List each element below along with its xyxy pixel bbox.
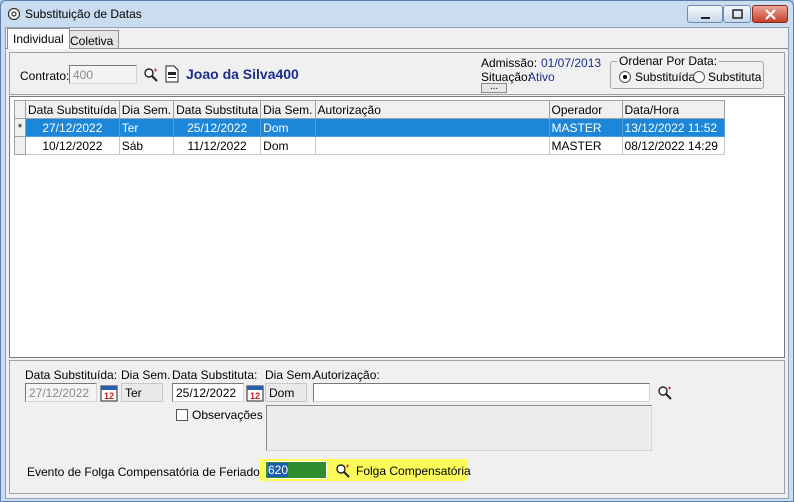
- order-groupbox: Ordenar Por Data: Substituída Substituta: [610, 54, 764, 89]
- cell-autorizacao: [314, 136, 550, 155]
- grid-corner: [14, 100, 26, 119]
- admissao-label: Admissão:: [481, 56, 538, 70]
- dia-sem-label-1: Dia Sem.: [121, 368, 171, 382]
- table-row[interactable]: * 27/12/2022 Ter 25/12/2022 Dom MASTER 1…: [14, 118, 725, 137]
- maximize-icon: [732, 9, 743, 19]
- cell-operador: MASTER: [548, 118, 623, 137]
- cell-dia-sem-2: Dom: [260, 136, 316, 155]
- col-header-data-substituta[interactable]: Data Substituta: [173, 100, 262, 119]
- employee-name: Joao da Silva400: [186, 66, 299, 82]
- evento-input[interactable]: 620: [265, 461, 327, 479]
- close-icon: [765, 9, 776, 20]
- dia-sem-value-2: Dom: [265, 383, 307, 402]
- detail-panel: Data Substituída: 27/12/2022 12 Dia Sem.…: [9, 360, 785, 494]
- cell-operador: MASTER: [548, 136, 623, 155]
- situacao-label: Situação:: [481, 70, 532, 84]
- cell-data-substituta: 25/12/2022: [173, 118, 262, 137]
- minimize-icon: [701, 17, 710, 19]
- app-gear-icon: [7, 7, 21, 21]
- col-header-dia-sem-1[interactable]: Dia Sem.: [118, 100, 175, 119]
- search-icon[interactable]: [143, 67, 159, 83]
- observacoes-memo[interactable]: [266, 405, 652, 451]
- cell-autorizacao: [314, 118, 550, 137]
- cell-dia-sem-1: Sáb: [118, 136, 175, 155]
- header-panel: Contrato: 400 Joao da Silva400 Admissão:…: [9, 52, 785, 95]
- data-substituida-input[interactable]: 27/12/2022: [25, 383, 97, 402]
- cell-data-substituta: 11/12/2022: [173, 136, 262, 155]
- contrato-label: Contrato:: [20, 69, 70, 83]
- evento-label: Evento de Folga Compensatória de Feriado…: [27, 465, 264, 479]
- data-substituta-label: Data Substituta:: [172, 368, 258, 382]
- search-icon[interactable]: [335, 463, 351, 479]
- admissao-value: 01/07/2013: [541, 56, 602, 70]
- table-row[interactable]: 10/12/2022 Sáb 11/12/2022 Dom MASTER 08/…: [14, 136, 725, 155]
- dia-sem-value-1: Ter: [121, 383, 163, 402]
- cell-data-substituida: 27/12/2022: [25, 118, 120, 137]
- col-header-data-substituida[interactable]: Data Substituída: [25, 100, 120, 119]
- col-header-autorizacao[interactable]: Autorização: [314, 100, 550, 119]
- radio-substituta-label: Substituta: [708, 70, 762, 84]
- order-title: Ordenar Por Data:: [617, 54, 720, 68]
- calendar-icon[interactable]: 12: [246, 384, 264, 402]
- radio-substituida[interactable]: [619, 71, 631, 83]
- window-title: Substituição de Datas: [25, 7, 142, 21]
- maximize-button[interactable]: [723, 5, 751, 23]
- main-window: Substituição de Datas Individual Coletiv…: [0, 0, 794, 502]
- dia-sem-label-2: Dia Sem.: [265, 368, 315, 382]
- calendar-icon[interactable]: 12: [100, 384, 118, 402]
- search-icon[interactable]: [657, 385, 673, 401]
- radio-substituida-label: Substituída: [635, 70, 696, 84]
- radio-substituta[interactable]: [693, 71, 705, 83]
- more-button[interactable]: ...: [481, 82, 507, 93]
- data-substituta-input[interactable]: 25/12/2022: [172, 383, 244, 402]
- observacoes-label: Observações: [192, 408, 263, 422]
- cell-dia-sem-1: Ter: [118, 118, 175, 137]
- col-header-dia-sem-2[interactable]: Dia Sem.: [260, 100, 316, 119]
- situacao-value: Ativo: [528, 70, 555, 84]
- cell-data-substituida: 10/12/2022: [25, 136, 120, 155]
- cell-dia-sem-2: Dom: [260, 118, 316, 137]
- contrato-input[interactable]: 400: [69, 65, 137, 84]
- substitutions-grid[interactable]: Data Substituída Dia Sem. Data Substitut…: [14, 100, 725, 155]
- observacoes-checkbox[interactable]: [176, 409, 188, 421]
- evento-description: Folga Compensatória: [356, 464, 471, 478]
- evento-code: 620: [268, 463, 289, 477]
- row-indicator: *: [14, 118, 26, 137]
- close-button[interactable]: [752, 5, 788, 23]
- cell-data-hora: 13/12/2022 11:52: [621, 118, 725, 137]
- document-icon[interactable]: [164, 65, 180, 83]
- title-bar[interactable]: Substituição de Datas: [1, 1, 793, 27]
- autorizacao-label: Autorização:: [313, 368, 380, 382]
- tab-coletiva[interactable]: Coletiva: [64, 30, 120, 48]
- autorizacao-input[interactable]: [313, 383, 650, 402]
- row-indicator: [14, 136, 26, 155]
- substitutions-grid-panel: Data Substituída Dia Sem. Data Substitut…: [9, 96, 785, 358]
- tab-individual[interactable]: Individual: [7, 28, 70, 49]
- svg-text:12: 12: [104, 391, 114, 401]
- cell-data-hora: 08/12/2022 14:29: [621, 136, 725, 155]
- tab-divider: [6, 48, 788, 49]
- col-header-operador[interactable]: Operador: [548, 100, 623, 119]
- col-header-data-hora[interactable]: Data/Hora: [621, 100, 725, 119]
- minimize-button[interactable]: [687, 5, 723, 23]
- svg-text:12: 12: [250, 391, 260, 401]
- data-substituida-label: Data Substituída:: [25, 368, 118, 382]
- client-area: Individual Coletiva Contrato: 400 Joao d…: [5, 27, 789, 499]
- grid-header-row: Data Substituída Dia Sem. Data Substitut…: [14, 100, 725, 119]
